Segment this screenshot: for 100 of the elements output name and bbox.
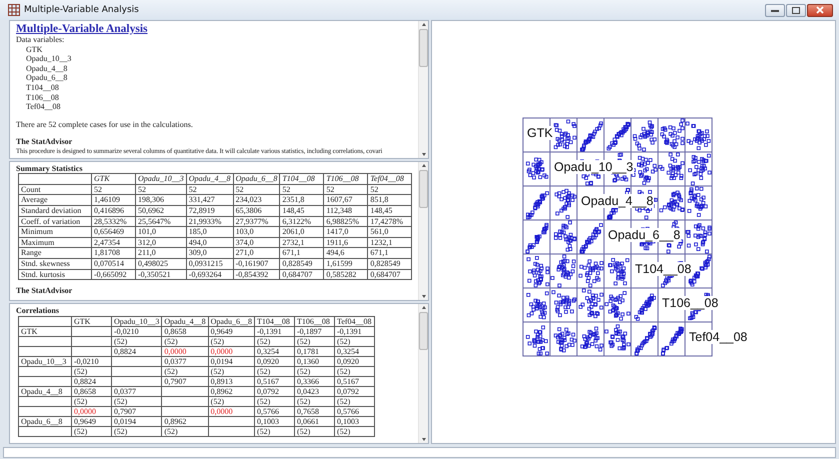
table-cell: 0,8913 — [208, 376, 254, 386]
minimize-button[interactable] — [765, 4, 785, 16]
table-cell: 0,0377 — [112, 386, 162, 396]
table-cell: 52 — [368, 184, 412, 195]
table-cell: -0,665092 — [92, 269, 136, 280]
table-cell: 0,0000 — [162, 346, 208, 356]
row-header: Maximum — [18, 237, 92, 248]
table-cell: 0,7907 — [112, 406, 162, 416]
row-header: Average — [18, 194, 92, 206]
table-cell: 0,0661 — [294, 416, 334, 426]
table-cell: 0,1360 — [294, 356, 334, 366]
table-cell: (52) — [294, 366, 334, 376]
variable-name: T104__08 — [26, 82, 59, 93]
table-cell: 50,6962 — [136, 206, 186, 216]
column-header: Opadu_6__8 — [233, 174, 280, 184]
table-cell: (52) — [72, 426, 112, 436]
table-cell: -0,1897 — [294, 326, 334, 336]
table-cell: -0,161907 — [233, 258, 280, 270]
table-cell: 1417,0 — [324, 226, 368, 238]
table-cell — [162, 386, 208, 396]
table-cell: -0,854392 — [233, 269, 280, 280]
variable-label: T104__08 — [634, 262, 692, 276]
table-cell: (52) — [162, 366, 208, 376]
table-cell: 0,0920 — [334, 356, 374, 366]
maximize-button[interactable] — [786, 4, 806, 16]
table-cell: 331,427 — [186, 194, 234, 206]
scrollbar[interactable] — [418, 162, 428, 300]
variable-name: Opadu_10__3 — [26, 54, 72, 64]
table-cell: 52 — [324, 184, 368, 195]
table-cell — [18, 336, 72, 346]
table-cell: 0,8824 — [72, 376, 112, 386]
table-cell: (52) — [208, 336, 254, 346]
variable-label: Opadu_6__8 — [607, 228, 682, 242]
table-cell: 198,306 — [136, 194, 186, 206]
table-cell: 0,828549 — [368, 258, 412, 270]
table-cell: 0,0194 — [112, 416, 162, 426]
table-cell: 0,8658 — [72, 386, 112, 396]
variable-name: Opadu_6__8 — [26, 73, 68, 83]
column-header: T104__08 — [254, 316, 294, 326]
table-cell: (52) — [72, 396, 112, 406]
variable-label: GTK — [526, 126, 554, 140]
table-cell: 0,7658 — [294, 406, 334, 416]
table-cell — [162, 406, 208, 416]
table-cell: -0,0210 — [72, 356, 112, 366]
scrollbar[interactable] — [418, 304, 428, 444]
table-cell: 1,46109 — [92, 194, 136, 206]
table-cell: -0,350521 — [136, 269, 186, 280]
table-cell: (52) — [112, 336, 162, 346]
row-header: Opadu_10__3 — [18, 356, 72, 366]
table-cell: 561,0 — [368, 226, 412, 238]
table-cell: 28,5332% — [92, 216, 136, 227]
table-cell — [112, 356, 162, 366]
column-header: T106__08 — [294, 316, 334, 326]
table-cell: 234,023 — [233, 194, 280, 206]
table-cell: 494,6 — [324, 248, 368, 259]
minimize-icon — [771, 7, 779, 13]
table-cell: 21,9933% — [186, 216, 234, 227]
table-cell: 851,8 — [368, 194, 412, 206]
table-cell — [72, 346, 112, 356]
table-cell: (52) — [334, 366, 374, 376]
variable-label: Tef04__08 — [688, 330, 748, 344]
table-cell: 671,1 — [280, 248, 324, 259]
table-cell: 0,0000 — [72, 406, 112, 416]
table-cell: 0,9649 — [208, 326, 254, 336]
analysis-title-link[interactable]: Multiple-Variable Analysis — [16, 23, 148, 35]
row-header: Opadu_4__8 — [18, 386, 72, 396]
table-cell: 312,0 — [136, 237, 186, 248]
table-cell: (52) — [254, 396, 294, 406]
maximize-icon — [792, 6, 800, 14]
table-cell: 374,0 — [233, 237, 280, 248]
table-cell: -0,1391 — [334, 326, 374, 336]
table-cell: 2061,0 — [280, 226, 324, 238]
table-cell: (52) — [254, 426, 294, 436]
table-cell: 185,0 — [186, 226, 234, 238]
input-field[interactable] — [3, 447, 836, 458]
row-header: Opadu_6__8 — [18, 416, 72, 426]
table-cell: 0,3254 — [254, 346, 294, 356]
table-cell: 0,416896 — [92, 206, 136, 216]
table-cell: -0,1391 — [254, 326, 294, 336]
column-header: Tef04__08 — [334, 316, 374, 326]
table-cell: 17,4278% — [368, 216, 412, 227]
table-cell: 1607,67 — [324, 194, 368, 206]
column-header: GTK — [92, 174, 136, 184]
variable-name: Tef04__08 — [26, 102, 61, 112]
table-cell: 0,7907 — [162, 376, 208, 386]
close-button[interactable] — [807, 4, 833, 16]
table-cell: 0,0792 — [334, 386, 374, 396]
column-header: Opadu_4__8 — [186, 174, 234, 184]
table-cell: 309,0 — [186, 248, 234, 259]
table-cell — [72, 336, 112, 346]
table-cell: (52) — [334, 336, 374, 346]
table-cell: 494,0 — [186, 237, 234, 248]
table-cell — [112, 366, 162, 376]
variable-label: Opadu_10__3 — [553, 160, 634, 174]
column-header: GTK — [72, 316, 112, 326]
scrollbar[interactable] — [418, 21, 428, 158]
variable-label: T106__08 — [661, 296, 720, 310]
column-header: T104__08 — [280, 174, 324, 184]
table-cell: (52) — [254, 336, 294, 346]
table-cell: 1,81708 — [92, 248, 136, 259]
